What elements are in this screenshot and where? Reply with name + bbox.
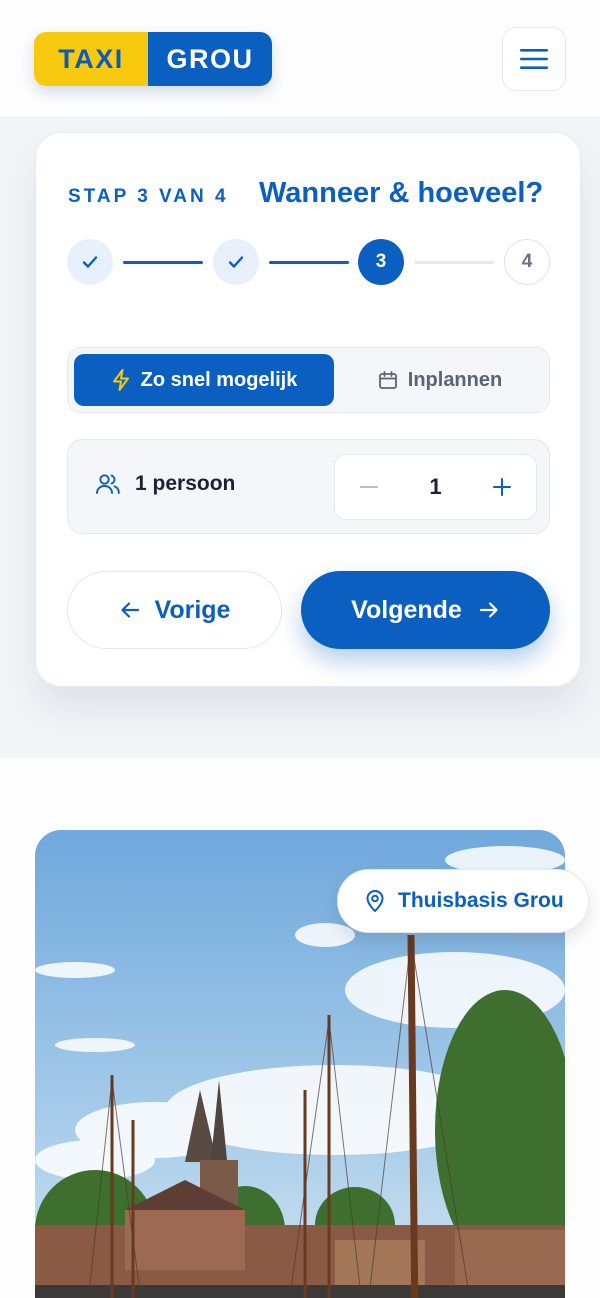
- progress-stepper: 3 4: [67, 239, 551, 287]
- step-title: Wanneer & hoeveel?: [259, 177, 544, 209]
- asap-label: Zo snel mogelijk: [140, 368, 298, 391]
- menu-button[interactable]: [502, 27, 566, 91]
- plus-icon: [493, 478, 511, 496]
- next-label: Volgende: [351, 595, 462, 624]
- logo-grou-text: GROU: [148, 32, 272, 86]
- minus-icon: [360, 486, 378, 488]
- quantity-value: 1: [429, 474, 442, 499]
- decrement-button[interactable]: [355, 473, 383, 501]
- calendar-icon: [378, 371, 397, 389]
- step-indicator-text: STAP 3 VAN 4: [68, 186, 229, 207]
- arrow-right-icon: [479, 602, 498, 618]
- asap-option[interactable]: Zo snel mogelijk: [74, 354, 334, 406]
- logo-taxi-text: TAXI: [34, 32, 148, 86]
- next-button[interactable]: Volgende: [301, 571, 550, 649]
- schedule-option[interactable]: Inplannen: [336, 354, 544, 406]
- previous-button[interactable]: Vorige: [67, 571, 282, 649]
- step-connector: [269, 261, 349, 264]
- taxi-grou-logo[interactable]: TAXI GROU: [34, 32, 272, 86]
- site-header: TAXI GROU: [0, 0, 600, 118]
- hamburger-menu-icon: [520, 49, 548, 69]
- users-icon: [96, 474, 120, 494]
- booking-card: STAP 3 VAN 4 Wanneer & hoeveel? 3 4 Zo s…: [35, 132, 581, 687]
- location-pin-icon: [366, 890, 384, 912]
- check-icon: [82, 256, 98, 268]
- schedule-label: Inplannen: [407, 368, 503, 391]
- passenger-label-group: 1 persoon: [95, 472, 235, 496]
- previous-label: Vorige: [154, 595, 231, 624]
- passenger-selector: 1 persoon 1: [67, 439, 550, 534]
- step-connector: [414, 261, 494, 264]
- step-2-done[interactable]: [213, 239, 259, 285]
- increment-button[interactable]: [488, 473, 516, 501]
- location-label: Thuisbasis Grou: [398, 889, 564, 912]
- step-1-done[interactable]: [67, 239, 113, 285]
- step-4-todo[interactable]: 4: [504, 239, 550, 285]
- timing-toggle: Zo snel mogelijk Inplannen: [67, 347, 550, 413]
- check-icon: [228, 256, 244, 268]
- step-connector: [123, 261, 203, 264]
- quantity-stepper: 1: [334, 454, 537, 520]
- passenger-count-text: 1 persoon: [135, 472, 236, 495]
- lightning-icon: [112, 369, 129, 391]
- step-3-active[interactable]: 3: [358, 239, 404, 285]
- location-badge[interactable]: Thuisbasis Grou: [337, 869, 589, 933]
- arrow-left-icon: [120, 602, 139, 618]
